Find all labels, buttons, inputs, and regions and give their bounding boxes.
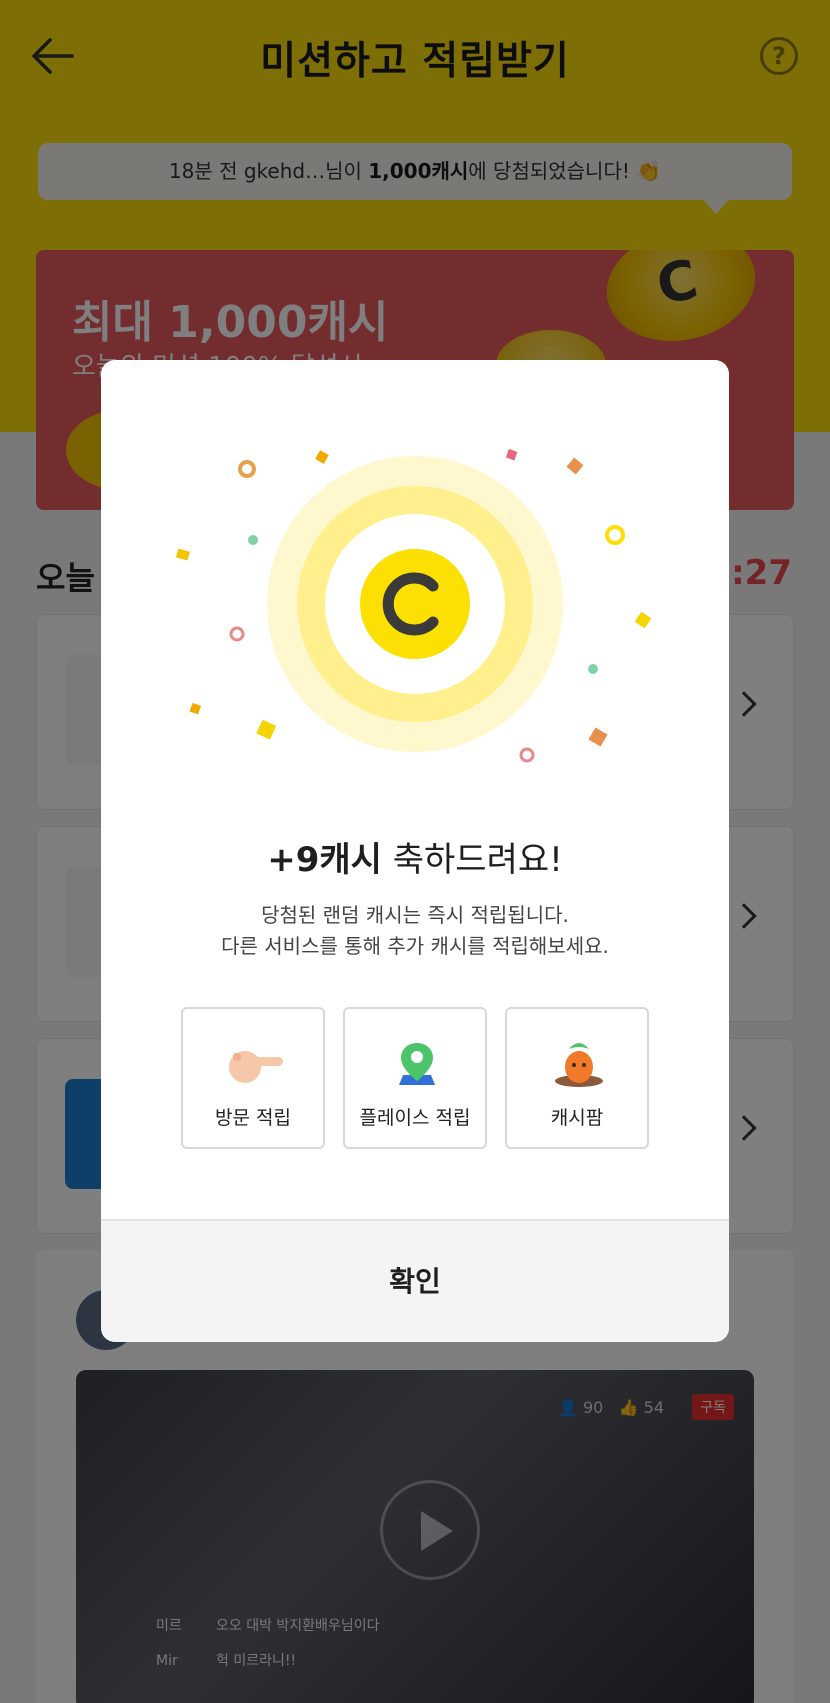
confetti <box>588 664 598 674</box>
confetti <box>634 611 652 629</box>
confetti <box>238 460 256 478</box>
reward-modal: +9캐시 축하드려요! 당첨된 랜덤 캐시는 즉시 적립됩니다. 다른 서비스를… <box>101 360 729 1342</box>
shortcut-visit-reward[interactable]: 방문 적립 <box>181 1007 325 1149</box>
confetti <box>566 457 584 475</box>
reward-amount: +9캐시 <box>267 840 382 880</box>
pointing-hand-icon <box>229 1051 283 1083</box>
map-pin-icon <box>399 1043 435 1085</box>
confetti <box>519 747 535 763</box>
reward-title: +9캐시 축하드려요! <box>101 832 729 881</box>
coin-icon <box>360 549 470 659</box>
confirm-button[interactable]: 확인 <box>101 1221 729 1342</box>
reward-description: 당첨된 랜덤 캐시는 즉시 적립됩니다. 다른 서비스를 통해 추가 캐시를 적… <box>101 900 729 962</box>
shortcut-label: 방문 적립 <box>215 1107 291 1129</box>
confetti <box>189 702 202 715</box>
confetti <box>315 450 329 464</box>
confetti <box>588 727 608 747</box>
shortcut-place-reward[interactable]: 플레이스 적립 <box>343 1007 487 1149</box>
coin-celebration-illustration <box>175 448 652 763</box>
confetti <box>248 535 258 545</box>
reward-congrats: 축하드려요! <box>381 840 563 880</box>
confetti <box>256 719 277 740</box>
description-line: 다른 서비스를 통해 추가 캐시를 적립해보세요. <box>221 934 609 958</box>
confetti <box>605 525 625 545</box>
shortcut-label: 플레이스 적립 <box>359 1107 471 1129</box>
confetti <box>229 626 245 642</box>
confetti <box>505 448 518 461</box>
shortcut-label: 캐시팜 <box>550 1107 604 1129</box>
shortcut-list: 방문 적립 플레이스 적립 캐시팜 <box>181 1007 649 1149</box>
shortcut-cash-farm[interactable]: 캐시팜 <box>505 1007 649 1149</box>
carrot-icon <box>555 1043 603 1087</box>
confirm-footer: 확인 <box>101 1219 729 1342</box>
description-line: 당첨된 랜덤 캐시는 즉시 적립됩니다. <box>261 903 569 927</box>
confetti <box>175 548 190 561</box>
